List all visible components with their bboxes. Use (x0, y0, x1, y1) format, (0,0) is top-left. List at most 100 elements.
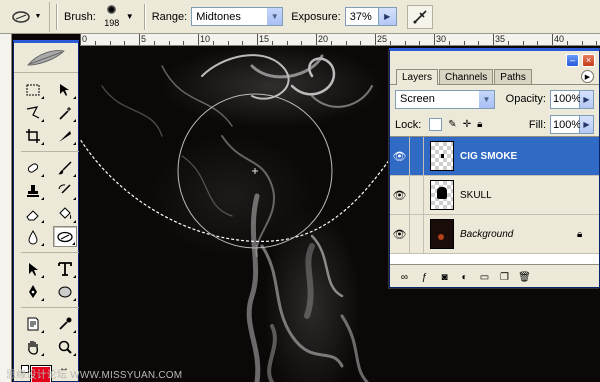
layer-row-cig-smoke[interactable]: 👁︎ CIG SMOKE (390, 136, 599, 176)
lock-all-icon[interactable]: 🔒︎ (477, 119, 482, 130)
brush-link-cell[interactable] (410, 214, 424, 254)
pen-icon (29, 284, 37, 298)
magnifier-icon (58, 340, 72, 354)
tool-preset-picker[interactable]: ▼ (2, 1, 50, 32)
type-tool[interactable] (53, 258, 77, 279)
brush-preview[interactable]: 198 (100, 2, 124, 32)
opacity-input[interactable]: 100% (550, 89, 581, 109)
eye-icon[interactable]: 👁︎ (390, 175, 410, 215)
lasso-tool[interactable] (21, 102, 45, 123)
marquee-icon (26, 84, 40, 95)
fill-slider-button[interactable]: ▶ (580, 115, 594, 134)
ruler-tick (375, 34, 376, 45)
separator (56, 3, 58, 30)
layer-row-skull[interactable]: 👁︎ SKULL (390, 175, 599, 215)
lock-label: Lock: (395, 118, 422, 131)
move-tool[interactable] (53, 79, 77, 100)
exposure-slider-button[interactable]: ▶ (378, 7, 397, 26)
crop-tool[interactable] (21, 125, 45, 146)
trash-icon[interactable]: 🗑︎ (518, 271, 531, 284)
pen-tool[interactable] (21, 281, 45, 302)
minimize-icon[interactable]: – (566, 53, 579, 67)
blend-row: Screen ▼ Opacity: 100% ▶ (390, 85, 599, 113)
magic-wand-tool[interactable] (53, 102, 77, 123)
ruler-tick (110, 41, 111, 45)
brush-link-cell[interactable] (410, 136, 424, 176)
blend-mode-select[interactable]: Screen ▼ (395, 89, 495, 109)
eyedropper-tool[interactable] (53, 313, 77, 334)
ruler-tick (464, 41, 465, 45)
ruler-tick (287, 41, 288, 45)
ruler-tick (242, 41, 243, 45)
close-icon[interactable]: × (582, 53, 595, 67)
ruler-tick (552, 34, 553, 45)
lock-transparency-checkbox[interactable] (429, 118, 443, 131)
hand-icon (28, 340, 39, 355)
exposure-input[interactable]: 37% (344, 7, 379, 26)
tab-layers[interactable]: Layers (396, 69, 439, 85)
lock-pixels-icon[interactable]: ✎ (448, 119, 456, 130)
link-layers-icon[interactable]: ∞ (398, 271, 411, 284)
drop-icon (28, 229, 38, 244)
feather-logo-icon (27, 49, 65, 65)
layer-name: SKULL (460, 189, 492, 201)
layer-thumbnail (430, 180, 454, 210)
layer-name: CIG SMOKE (460, 150, 518, 162)
lock-row: Lock: ✎ ✛ 🔒︎ Fill: 100% ▶ (390, 113, 599, 137)
eye-icon[interactable]: 👁︎ (390, 136, 410, 176)
blur-tool[interactable] (21, 226, 45, 247)
tab-channels[interactable]: Channels (439, 69, 494, 84)
layer-style-icon[interactable]: ƒ (418, 271, 431, 284)
history-brush-tool[interactable] (53, 180, 77, 201)
marquee-tool[interactable] (21, 79, 45, 100)
burn-tool[interactable] (53, 226, 77, 247)
brush-picker-arrow-icon[interactable]: ▼ (126, 12, 134, 21)
brush-tool[interactable] (53, 157, 77, 178)
palette-menu-icon[interactable]: ▶ (581, 70, 594, 83)
eye-icon[interactable]: 👁︎ (390, 214, 410, 254)
clone-stamp-tool[interactable] (21, 180, 45, 201)
hand-tool[interactable] (21, 336, 45, 357)
ruler-tick (169, 41, 170, 45)
range-value: Midtones (196, 10, 241, 23)
notes-tool[interactable] (21, 313, 45, 334)
range-select[interactable]: Midtones ▼ (191, 7, 284, 26)
slice-tool[interactable] (53, 125, 77, 146)
ruler-tick (124, 41, 125, 45)
stamp-icon (27, 184, 39, 197)
tools-header[interactable] (14, 43, 78, 73)
path-select-icon (29, 262, 38, 276)
zoom-tool[interactable] (53, 336, 77, 357)
crop-icon (26, 128, 40, 143)
healing-brush-tool[interactable] (21, 157, 45, 178)
fill-input[interactable]: 100% (550, 115, 581, 134)
ruler-tick (493, 34, 494, 45)
airbrush-toggle[interactable] (406, 4, 433, 29)
ruler-tick (301, 41, 302, 45)
brush-link-cell[interactable] (410, 175, 424, 215)
ruler-tick (434, 34, 435, 45)
layer-mask-icon[interactable]: ◙ (438, 271, 451, 284)
ruler-tick (228, 41, 229, 45)
lock-position-icon[interactable]: ✛ (463, 119, 471, 130)
shape-tool[interactable] (53, 281, 77, 302)
new-group-icon[interactable]: ▭ (478, 271, 491, 284)
tools-palette: ↔ (13, 40, 79, 382)
palette-tabs: Layers Channels Paths ▶ (390, 69, 599, 85)
path-selection-tool[interactable] (21, 258, 45, 279)
lasso-icon (26, 105, 40, 119)
adjustment-layer-icon[interactable]: ◐ (458, 271, 471, 284)
ruler-tick-label: 5 (141, 34, 147, 44)
new-layer-icon[interactable]: ❐ (498, 271, 511, 284)
palette-footer: ∞ ƒ ◙ ◐ ▭ ❐ 🗑︎ (390, 265, 599, 289)
ellipse-icon (58, 286, 72, 297)
ruler-tick (419, 41, 420, 45)
opacity-slider-button[interactable]: ▶ (580, 89, 594, 109)
eraser-tool[interactable] (21, 203, 45, 224)
tab-paths[interactable]: Paths (494, 69, 532, 84)
paint-bucket-tool[interactable] (53, 203, 77, 224)
palette-titlebar[interactable]: – × (390, 51, 599, 69)
ruler-tick (405, 41, 406, 45)
layer-row-background[interactable]: 👁︎ Background 🔒︎ (390, 214, 599, 254)
ruler-tick (139, 34, 140, 45)
